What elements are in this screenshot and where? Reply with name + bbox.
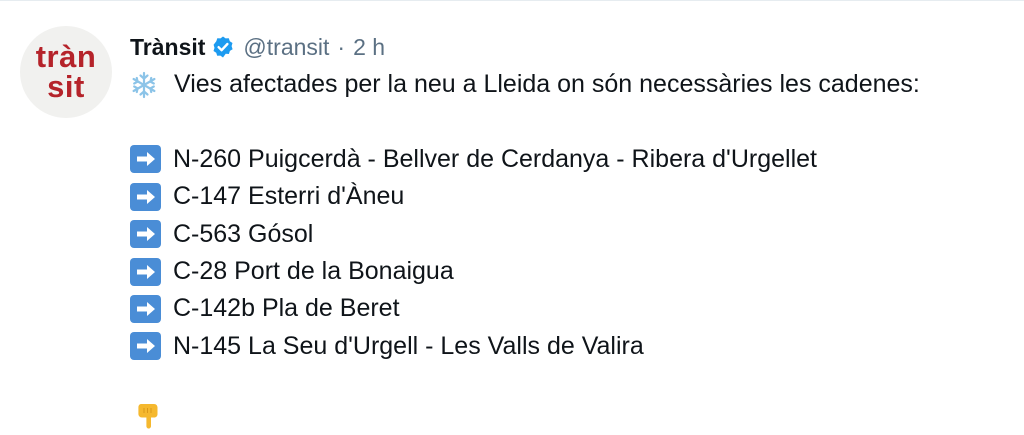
road-item: C-563 Gósol	[130, 216, 1010, 253]
road-item: C-142b Pla de Beret	[130, 290, 1010, 327]
avatar-line-1: tràn	[35, 39, 97, 74]
road-item: N-260 Puigcerdà - Bellver de Cerdanya - …	[130, 141, 1010, 178]
road-text: C-147 Esterri d'Àneu	[173, 182, 405, 211]
road-text: C-142b Pla de Beret	[173, 294, 400, 323]
display-name[interactable]: Trànsit	[130, 34, 205, 61]
right-arrow-icon	[130, 332, 161, 361]
top-divider	[0, 0, 1024, 6]
avatar[interactable]: tràn sit	[20, 26, 112, 118]
road-item: N-145 La Seu d'Urgell - Les Valls de Val…	[130, 328, 1010, 365]
road-text: C-563 Gósol	[173, 219, 314, 248]
right-arrow-icon	[130, 295, 161, 324]
tweet-body: Vies afectades per la neu a Lleida on só…	[130, 66, 1010, 365]
snowflake-icon	[130, 71, 158, 99]
verified-badge-icon	[211, 35, 235, 59]
road-item: C-28 Port de la Bonaigua	[130, 253, 1010, 290]
right-arrow-icon	[130, 257, 161, 286]
pointing-down-hand-icon	[133, 400, 163, 430]
road-text: N-145 La Seu d'Urgell - Les Valls de Val…	[173, 331, 644, 360]
intro-line: Vies afectades per la neu a Lleida on só…	[130, 66, 1010, 103]
avatar-line-2: sit	[47, 69, 85, 104]
tweet-header: Trànsit @transit · 2 h	[130, 30, 385, 64]
separator-dot: ·	[337, 33, 346, 60]
timestamp[interactable]: 2 h	[353, 34, 385, 61]
road-text: C-28 Port de la Bonaigua	[173, 256, 454, 285]
intro-text: Vies afectades per la neu a Lleida on só…	[174, 70, 920, 98]
right-arrow-icon	[130, 220, 161, 249]
right-arrow-icon	[130, 182, 161, 211]
road-item: C-147 Esterri d'Àneu	[130, 178, 1010, 215]
handle[interactable]: @transit	[243, 34, 329, 61]
road-text: N-260 Puigcerdà - Bellver de Cerdanya - …	[173, 144, 817, 173]
right-arrow-icon	[130, 145, 161, 174]
